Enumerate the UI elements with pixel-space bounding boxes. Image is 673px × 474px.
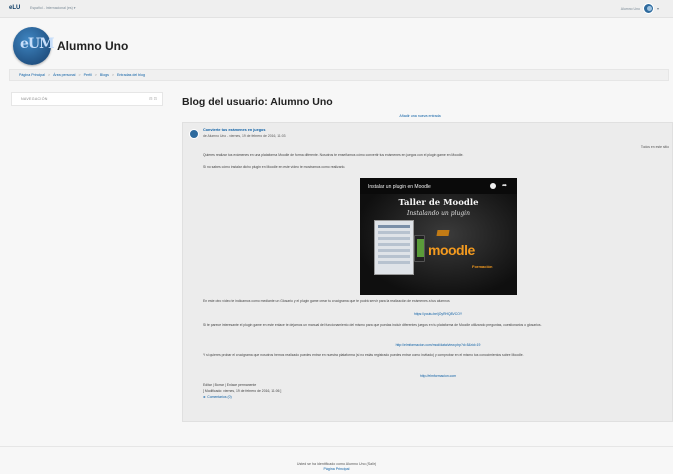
video-thumbnail[interactable]: Taller de Moodle Instalando un plugin mo… bbox=[360, 194, 517, 295]
breadcrumb-blog-entries[interactable]: Entradas del blog bbox=[117, 73, 145, 77]
entry-paragraph: Si no sabes cómo instalar dicho plugin e… bbox=[203, 165, 346, 169]
login-info[interactable]: Usted se ha identificado como Alumno Uno… bbox=[0, 462, 673, 466]
breadcrumb-profile[interactable]: Perfil bbox=[84, 73, 92, 77]
watch-later-icon[interactable] bbox=[490, 183, 496, 189]
entry-author-avatar[interactable] bbox=[189, 129, 199, 139]
video-subheading: Instalando un plugin bbox=[407, 210, 470, 217]
entry-link[interactable]: http://elmformacion.com/mod/data/view.ph… bbox=[203, 343, 673, 347]
user-avatar[interactable] bbox=[642, 3, 654, 14]
footer-home-link[interactable]: Página Principal bbox=[0, 467, 673, 471]
user-menu[interactable]: Alumno Uno ▾ bbox=[621, 3, 659, 14]
navigation-block: NAVEGACIÓN ⊟ ⊡ bbox=[11, 92, 163, 106]
entry-visibility: Todos en este sitio bbox=[640, 145, 669, 149]
breadcrumb-blogs[interactable]: Blogs bbox=[100, 73, 109, 77]
entry-link[interactable]: https://youtu.be/jOyRHQ8VCOY bbox=[203, 312, 673, 316]
entry-comments-toggle[interactable]: ► Comentarios (0) bbox=[203, 395, 673, 400]
site-brand[interactable]: eLU bbox=[9, 5, 20, 11]
video-heading: Taller de Moodle bbox=[398, 198, 479, 208]
user-menu-name[interactable]: Alumno Uno bbox=[621, 7, 640, 11]
profile-avatar: eUM bbox=[13, 27, 55, 65]
breadcrumb-separator: > bbox=[111, 73, 114, 77]
entry-modified: [ Modificado: viernes, 19 de febrero de … bbox=[203, 389, 282, 393]
breadcrumb-separator: > bbox=[47, 73, 51, 77]
embedded-video[interactable]: Taller de Moodle Instalando un plugin mo… bbox=[360, 178, 517, 295]
page-title: Alumno Uno bbox=[57, 39, 129, 53]
entry-paragraph: En este otro vídeo te indicamos como med… bbox=[203, 299, 450, 303]
moodle-logo-cap-icon bbox=[436, 230, 450, 236]
blog-entry: Convierte tus exámenes en juegos de Alum… bbox=[182, 122, 673, 422]
entry-paragraph: Si te parece interesante el plugin game … bbox=[203, 323, 542, 327]
navigation-block-title[interactable]: NAVEGACIÓN bbox=[21, 97, 48, 101]
video-title[interactable]: Instalar un plugin en Moodle bbox=[368, 184, 431, 190]
entry-paragraph: Y si quieres probar el crucigrama que no… bbox=[203, 353, 524, 357]
breadcrumb-dashboard[interactable]: Área personal bbox=[53, 73, 75, 77]
language-menu[interactable]: Español - Internacional (es) ▾ bbox=[30, 6, 76, 10]
entry-link[interactable]: http://elmformacion.com bbox=[203, 374, 673, 378]
page-footer: Usted se ha identificado como Alumno Uno… bbox=[0, 446, 673, 474]
entry-paragraph: Quieres realizar tus exámenes en una pla… bbox=[203, 153, 464, 157]
chevron-down-icon[interactable]: ▾ bbox=[657, 6, 659, 11]
moodle-logo: moodle bbox=[428, 242, 475, 258]
breadcrumb-separator: > bbox=[78, 73, 81, 77]
page-header: eUM Alumno Uno bbox=[0, 19, 673, 69]
entry-title[interactable]: Convierte tus exámenes en juegos bbox=[203, 128, 265, 132]
profile-avatar-initials: eUM bbox=[20, 36, 55, 52]
block-controls-icon[interactable]: ⊟ ⊡ bbox=[149, 96, 157, 101]
video-screenshot-image bbox=[374, 220, 414, 275]
share-icon[interactable]: ➦ bbox=[502, 182, 507, 189]
entry-meta: de Alumno Uno - viernes, 19 de febrero d… bbox=[203, 134, 286, 138]
breadcrumb-home[interactable]: Página Principal bbox=[19, 73, 45, 77]
add-entry-link[interactable]: Añadir una nueva entrada bbox=[180, 114, 660, 118]
top-navbar: eLU Español - Internacional (es) ▾ Alumn… bbox=[0, 0, 673, 18]
video-phone-image bbox=[414, 235, 425, 262]
breadcrumb-separator: > bbox=[94, 73, 97, 77]
entry-actions[interactable]: Editar | Borrar | Enlace permanente bbox=[203, 383, 673, 388]
blog-heading: Blog del usuario: Alumno Uno bbox=[182, 96, 333, 108]
moodle-logo-subtitle: Formación bbox=[472, 264, 493, 269]
breadcrumb: Página Principal > Área personal > Perfi… bbox=[9, 69, 669, 81]
